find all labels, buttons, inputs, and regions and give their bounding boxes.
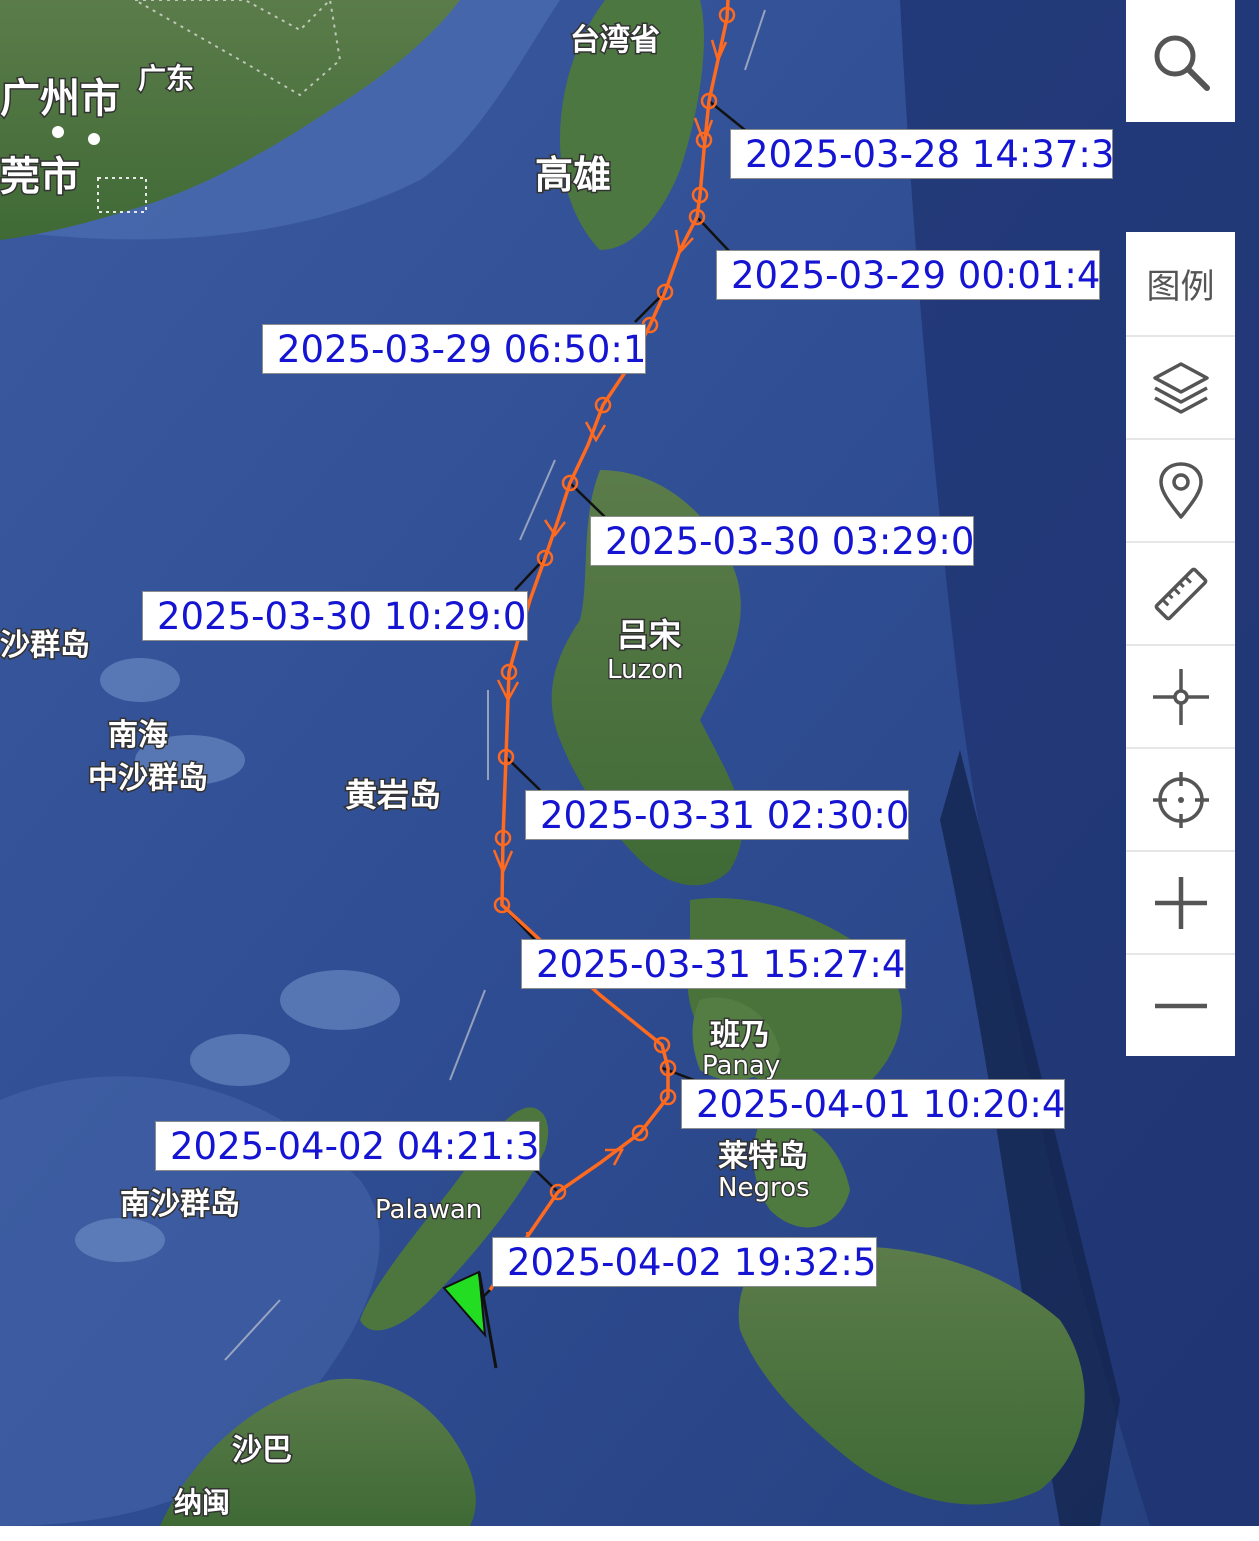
place-label: 广州市 <box>0 76 120 122</box>
place-label: 纳闽 <box>174 1486 230 1519</box>
track-timestamp-label: 2025-03-29 06:50:13 <box>262 324 646 374</box>
search-icon <box>1154 35 1210 91</box>
layers-button[interactable] <box>1126 335 1235 438</box>
place-label: 莞市 <box>0 154 80 200</box>
track-timestamp-label: 2025-03-29 00:01:43 <box>716 250 1100 300</box>
layers-icon <box>1152 361 1209 414</box>
place-label: 班乃 <box>710 1018 770 1053</box>
place-label: 南沙群岛 <box>120 1187 240 1222</box>
satellite-map[interactable]: 台湾省 广东 广州市 莞市 高雄 沙群岛 南海 中沙群岛 黄岩岛 吕宋 Luzo… <box>0 0 1259 1526</box>
place-label: 台湾省 <box>570 23 660 58</box>
search-panel <box>1126 0 1235 122</box>
zoom-in-button[interactable] <box>1126 850 1235 953</box>
city-dot <box>52 126 64 138</box>
place-label: 吕宋 <box>617 616 681 654</box>
place-label: Palawan <box>375 1195 482 1225</box>
map-toolbar: 图例 <box>1126 232 1235 1056</box>
search-button[interactable] <box>1126 10 1235 114</box>
track-timestamp-label: 2025-04-02 04:21:36 <box>155 1121 540 1171</box>
zoom-out-button[interactable] <box>1126 953 1235 1056</box>
place-label: 沙巴 <box>232 1433 292 1468</box>
track-timestamp-label: 2025-03-31 15:27:40 <box>521 939 906 989</box>
locate-target-button[interactable] <box>1126 747 1235 850</box>
crosshair-button[interactable] <box>1126 644 1235 747</box>
legend-label: 图例 <box>1146 267 1215 307</box>
place-label: Luzon <box>607 655 684 685</box>
place-label: 沙群岛 <box>0 628 90 663</box>
track-timestamp-label: 2025-03-28 14:37:33 <box>730 129 1113 179</box>
zoom-out-icon <box>1154 1003 1207 1008</box>
place-label: Panay <box>702 1051 780 1081</box>
place-label: 广东 <box>138 62 194 95</box>
crosshair-icon <box>1152 668 1209 725</box>
location-pin-icon <box>1158 461 1203 519</box>
track-timestamp-label: 2025-04-02 19:32:55 <box>492 1237 877 1287</box>
place-label: 莱特岛 <box>718 1139 808 1174</box>
legend-button[interactable]: 图例 <box>1126 232 1235 335</box>
locate-target-icon <box>1152 771 1209 828</box>
zoom-in-icon <box>1154 876 1207 929</box>
location-pin-button[interactable] <box>1126 438 1235 541</box>
ruler-icon <box>1154 567 1207 620</box>
city-dot <box>88 133 100 145</box>
track-timestamp-label: 2025-03-31 02:30:09 <box>525 790 909 840</box>
map-view[interactable]: 台湾省 广东 广州市 莞市 高雄 沙群岛 南海 中沙群岛 黄岩岛 吕宋 Luzo… <box>0 0 1259 1526</box>
track-timestamp-label: 2025-04-01 10:20:43 <box>681 1079 1065 1129</box>
place-label: 南海 <box>108 718 168 753</box>
ruler-button[interactable] <box>1126 541 1235 644</box>
place-label: Negros <box>718 1173 810 1203</box>
place-label: 黄岩岛 <box>345 776 441 814</box>
track-timestamp-label: 2025-03-30 03:29:09 <box>590 516 974 566</box>
place-label: 中沙群岛 <box>88 761 208 796</box>
track-timestamp-label: 2025-03-30 10:29:02 <box>142 591 528 641</box>
place-label: 高雄 <box>535 153 611 197</box>
